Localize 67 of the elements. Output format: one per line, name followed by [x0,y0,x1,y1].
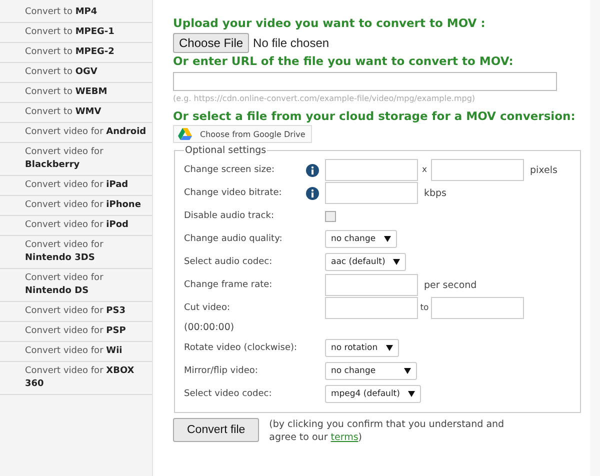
separator-text: x [420,165,428,175]
setting-label: Cut video: [184,303,231,313]
setting-label: Disable audio track: [184,211,275,221]
sidebar-link[interactable]: Convert video for iPad [0,176,152,196]
info-icon[interactable] [306,164,319,176]
convert-file-button[interactable]: Convert file [173,418,260,442]
caret-icon [384,236,391,242]
caret-icon [404,368,411,374]
sidebar-link[interactable]: Convert to MPEG-2 [0,43,152,63]
text-field[interactable] [325,297,418,319]
text-field[interactable] [325,182,418,204]
setting-label: Rotate video (clockwise): [184,343,298,353]
google-drive-button[interactable]: Choose from Google Drive [173,125,312,143]
text-field[interactable] [431,159,524,181]
caret-icon [386,345,393,351]
setting-label: Change screen size: [184,165,276,175]
setting-label: Mirror/flip video: [184,366,259,376]
section-heading: Upload your video you want to convert to MOV : [173,16,486,31]
sidebar-link[interactable]: Convert to WMV [0,103,152,123]
sidebar-link[interactable]: Convert to MPEG-1 [0,23,152,43]
sidebar-link[interactable]: Convert to WEBM [0,83,152,103]
text-field[interactable] [325,159,418,181]
setting-label: Change audio quality: [184,234,284,244]
section-heading: Or enter URL of the file you want to convert to MOV: [173,54,514,69]
caret-icon [408,391,415,397]
terms-note: agree to our [269,432,328,443]
sidebar-link[interactable]: Convert video for Android [0,123,152,143]
sidebar-link[interactable]: Convert to OGV [0,63,152,83]
sidebar-link[interactable]: Convert to MP4 [0,3,152,23]
dropdown[interactable]: mpeg4 (default) [325,385,421,403]
info-icon[interactable] [306,186,319,200]
sidebar-link[interactable]: Convert video for Blackberry [0,143,152,176]
sidebar-link[interactable]: Convert video for Nintendo 3DS [0,236,152,269]
dropdown[interactable]: aac (default) [325,253,406,271]
terms-link[interactable]: terms [330,432,358,443]
settings-legend: Optional settings [184,145,268,156]
sidebar-link[interactable]: Convert video for PS3 [0,302,152,322]
url-hint: (e.g. https://cdn.online-convert.com/example-file/video/mpg/example.mpg) [173,94,476,103]
dropdown[interactable]: no change [325,230,397,248]
time-format-hint: (00:00:00) [184,322,236,333]
setting-label: Change frame rate: [184,280,274,290]
closing-paren: ) [358,432,362,443]
file-status: No file chosen [253,36,330,50]
caret-icon [393,259,400,265]
unit-label: per second [424,280,477,290]
sidebar-link[interactable]: Convert video for XBOX 360 [0,362,152,395]
unit-label: kbps [424,188,447,198]
setting-label: Select video codec: [184,389,273,399]
sidebar-link[interactable]: Convert video for iPod [0,216,152,236]
separator-text: to [419,303,430,313]
drive-icon [178,128,192,140]
url-field[interactable] [173,72,557,91]
dropdown[interactable]: no change [325,362,417,380]
setting-label: Select audio codec: [184,257,274,267]
unit-label: pixels [530,164,558,176]
text-field[interactable] [431,297,524,319]
setting-label: Change video bitrate: [184,188,283,198]
terms-note: (by clicking you confirm that you understand and [269,418,504,431]
choose-file-button[interactable]: Choose File [173,33,250,53]
sidebar-link[interactable]: Convert video for PSP [0,322,152,342]
sidebar-link[interactable]: Convert video for Wii [0,342,152,362]
text-field[interactable] [325,274,418,296]
sidebar-link[interactable]: Convert video for Nintendo DS [0,269,152,302]
dropdown[interactable]: no rotation [325,339,399,357]
checkbox[interactable] [325,210,336,222]
sidebar-link[interactable]: Convert video for iPhone [0,196,152,216]
section-heading: Or select a file from your cloud storage for a MOV conversion: [173,109,576,124]
